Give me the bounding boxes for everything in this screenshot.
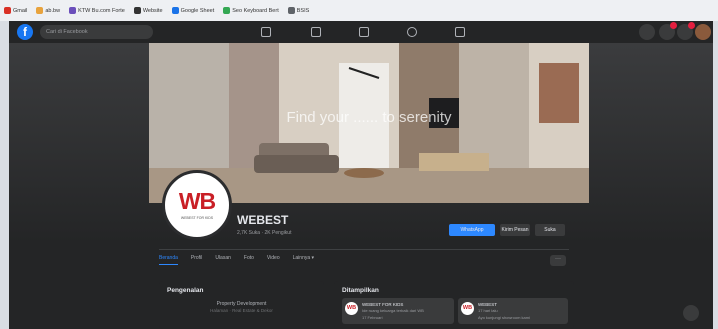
tab-profile[interactable]: Profil bbox=[191, 255, 202, 265]
bookmark-item[interactable]: Google Sheet bbox=[171, 7, 215, 14]
intro-title: Pengenalan bbox=[167, 287, 204, 294]
bookmark-label: Seo Keyboard Bert bbox=[232, 7, 279, 14]
post-avatar: WB bbox=[345, 302, 358, 315]
bookmark-icon bbox=[4, 7, 11, 14]
messenger-icon[interactable] bbox=[659, 22, 677, 40]
post-author: WEBEST FOR KIDS bbox=[362, 302, 404, 307]
tab-home[interactable]: Beranda bbox=[159, 255, 178, 265]
bookmark-item[interactable]: Seo Keyboard Bert bbox=[223, 7, 279, 14]
messenger-badge bbox=[670, 22, 677, 29]
new-message-icon[interactable] bbox=[683, 305, 699, 321]
menu-icon[interactable] bbox=[639, 24, 655, 40]
page-title: WEBEST bbox=[237, 213, 289, 227]
bookmark-label: BSIS bbox=[296, 7, 310, 14]
tab-videos[interactable]: Video bbox=[267, 255, 280, 265]
bookmark-icon bbox=[287, 7, 295, 14]
post-avatar: WB bbox=[461, 302, 474, 315]
featured-post[interactable]: WB WEBEST 17 hari lalu Ayo kunjungi show… bbox=[458, 298, 568, 324]
post-date: 17 hari lalu bbox=[478, 308, 498, 313]
cover-overlay-text: Find your ...... to serenity bbox=[286, 109, 452, 126]
bookmark-label: Gmail bbox=[13, 7, 28, 14]
post-text: Ayo kunjungi showroom kami bbox=[478, 315, 530, 320]
facebook-header: f Cari di Facebook bbox=[9, 21, 713, 43]
bookmark-item[interactable]: ab.bw bbox=[36, 7, 60, 14]
bookmark-icon bbox=[36, 7, 44, 14]
tabs-divider bbox=[159, 249, 569, 250]
post-date: 17 Februari bbox=[362, 315, 383, 320]
bookmark-label: Website bbox=[142, 7, 163, 14]
notifications-icon[interactable] bbox=[677, 22, 695, 40]
post-text: Ide ruang keluarga terbaik dari WB bbox=[362, 308, 424, 313]
featured-title: Ditampilkan bbox=[342, 287, 379, 294]
bookmark-icon bbox=[171, 7, 179, 14]
page-logo-text: WB bbox=[178, 188, 216, 214]
page-tabs: Beranda Profil Ulasan Foto Video Lainnya… bbox=[159, 255, 314, 265]
page-profile-picture[interactable]: WB WEBEST FOR KIDS bbox=[162, 170, 232, 240]
featured-post[interactable]: WB WEBEST FOR KIDS Ide ruang keluarga te… bbox=[342, 298, 454, 324]
bookmark-item[interactable]: Website bbox=[133, 7, 163, 14]
bookmark-label: KTW Bu.com Forte bbox=[78, 7, 125, 14]
like-button[interactable]: Suka bbox=[535, 224, 565, 236]
facebook-logo-icon[interactable]: f bbox=[17, 24, 33, 40]
search-input[interactable]: Cari di Facebook bbox=[40, 25, 153, 39]
bookmark-label: ab.bw bbox=[45, 7, 61, 14]
tab-reviews[interactable]: Ulasan bbox=[215, 255, 231, 265]
post-author: WEBEST bbox=[478, 302, 498, 307]
bookmark-item[interactable]: BSIS bbox=[287, 7, 310, 14]
bookmark-label: Google Sheet bbox=[180, 7, 215, 14]
featured-card: Ditampilkan WB WEBEST FOR KIDS Ide ruang… bbox=[334, 281, 574, 329]
bookmark-icon bbox=[133, 7, 141, 14]
page-followers: 2,7K Suka · 2K Pengikut bbox=[237, 230, 292, 236]
watch-icon[interactable] bbox=[311, 27, 321, 37]
intro-footer: Halaman · Real Estate & Dekor bbox=[210, 308, 273, 313]
bookmarks-bar: Gmail ab.bw KTW Bu.com Forte Website Google … bbox=[0, 0, 718, 21]
whatsapp-button[interactable]: WhatsApp bbox=[449, 224, 495, 236]
more-options-button[interactable]: ··· bbox=[550, 255, 566, 266]
notifications-badge bbox=[688, 22, 695, 29]
page-content: Find your ...... to serenity WB WEBEST F… bbox=[9, 43, 713, 329]
tab-photos[interactable]: Foto bbox=[244, 255, 254, 265]
bookmark-item[interactable]: Gmail bbox=[4, 7, 27, 14]
bookmark-icon bbox=[69, 7, 77, 14]
home-icon[interactable] bbox=[261, 27, 271, 37]
intro-card: Pengenalan Property Development Halaman … bbox=[159, 281, 324, 329]
marketplace-icon[interactable] bbox=[359, 27, 369, 37]
groups-icon[interactable] bbox=[407, 27, 417, 37]
page-logo-subtext: WEBEST FOR KIDS bbox=[180, 216, 214, 220]
bookmark-item[interactable]: KTW Bu.com Forte bbox=[69, 7, 125, 14]
gaming-icon[interactable] bbox=[455, 27, 465, 37]
account-avatar[interactable] bbox=[695, 24, 711, 40]
intro-category: Property Development bbox=[216, 301, 267, 307]
tab-more[interactable]: Lainnya ▾ bbox=[293, 255, 314, 265]
bookmark-icon bbox=[223, 7, 231, 14]
message-button[interactable]: Kirim Pesan bbox=[500, 224, 530, 236]
